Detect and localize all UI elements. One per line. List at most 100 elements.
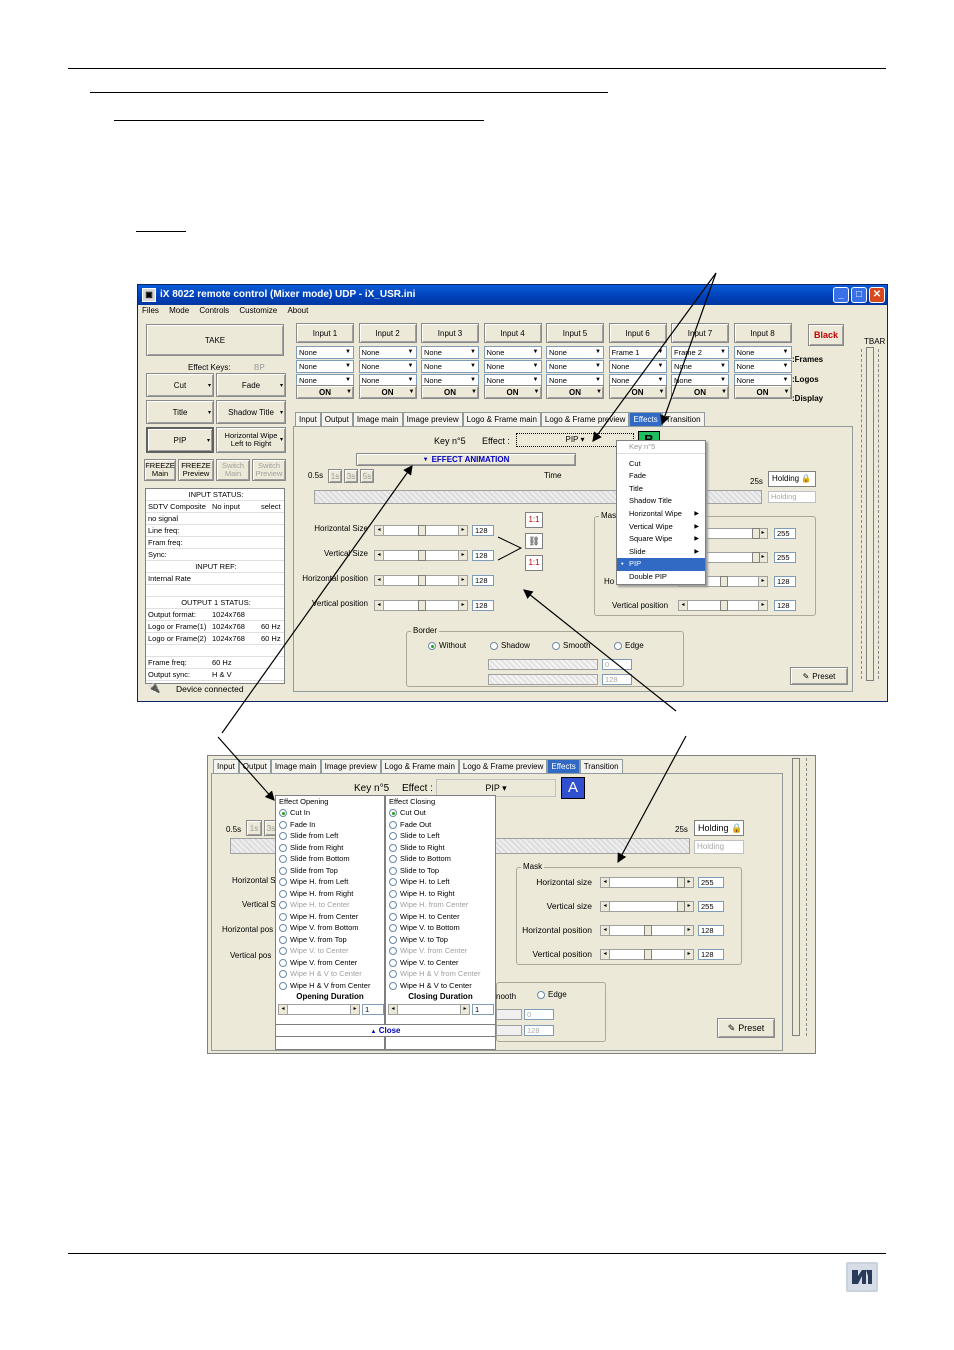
effect-menu-item[interactable]: Double PIP [617,571,705,584]
input-button-2[interactable]: Input 2 [358,323,417,343]
radio-icon[interactable] [279,809,287,818]
link-icon[interactable]: ⛓ [525,533,543,549]
effect-option[interactable]: Slide from Bottom [276,853,384,865]
black-button[interactable]: Black [808,324,844,346]
zoom-holding-box[interactable]: Holding 🔒 [694,820,744,836]
effect-option[interactable]: Slide from Top [276,865,384,877]
input-button-1[interactable]: Input 1 [296,323,354,343]
effect-menu-item[interactable]: Vertical Wipe ▶ [617,521,705,534]
freeze-preview-button[interactable]: FREEZE Preview [178,459,214,481]
radio-icon[interactable] [279,924,287,933]
dropdown-arrow-icon[interactable]: ▼ [593,361,603,372]
slider-thumb[interactable] [720,576,728,587]
zoom-mask-slider-value[interactable]: 128 [698,949,724,960]
input-on-button[interactable]: ON ▼ [733,385,792,399]
effect-option[interactable]: Wipe H. to Left [386,876,495,888]
effect-option[interactable]: Wipe H. from Center [386,899,495,911]
zoom-mask-slider-4[interactable]: ◂ ▸ [600,949,694,960]
pip-slider-value[interactable]: 128 [472,550,494,561]
effect-option[interactable]: Wipe H. to Center [276,899,384,911]
effect-option[interactable]: Fade Out [386,819,495,831]
effect-option[interactable]: Cut Out [386,807,495,819]
slider-thumb[interactable] [418,600,426,611]
effect-button-shadow-title[interactable]: Shadow Title ▾ [216,400,286,424]
slider-thumb[interactable] [677,877,686,888]
input-on-button[interactable]: ON ▼ [608,385,667,399]
zoom-mask-slider-1[interactable]: ◂ ▸ [600,877,694,888]
input-button-5[interactable]: Input 5 [546,323,604,343]
effect-option[interactable]: Wipe H & V to Center [386,980,495,992]
slider-thumb[interactable] [418,575,426,586]
duration-value[interactable]: 1 [472,1004,494,1015]
mask-slider-4[interactable]: ◂ ▸ [678,600,768,611]
dropdown-arrow-icon[interactable]: ▼ [534,389,540,395]
arrow-right-icon[interactable]: ▸ [758,577,767,586]
main-tab-image-preview[interactable]: Image preview [402,412,463,426]
dropdown-arrow-icon[interactable]: ▼ [656,347,666,358]
border-option-shadow[interactable]: Shadow [490,641,530,650]
arrow-right-icon[interactable]: ▸ [684,926,693,935]
arrow-left-icon[interactable]: ◂ [375,601,384,610]
effect-option[interactable]: Wipe V. from Center [276,957,384,969]
arrow-right-icon[interactable]: ▸ [458,601,467,610]
input-layer-select[interactable]: None ▼ [358,346,417,359]
effect-menu-item[interactable]: Title [617,483,705,496]
tbar-slider[interactable] [866,347,874,681]
duration-slider[interactable]: ◂ ▸ [278,1004,360,1015]
radio-icon[interactable] [389,970,397,979]
effect-menu-item[interactable]: Key n°5 [617,441,705,454]
input-layer-select[interactable]: None ▼ [608,360,667,373]
arrow-right-icon[interactable]: ▸ [460,1005,469,1014]
input-on-button[interactable]: ON ▼ [421,385,479,399]
holding-box[interactable]: Holding 🔒 [768,471,816,487]
zoom-mask-slider-2[interactable]: ◂ ▸ [600,901,694,912]
slider-thumb[interactable] [644,949,652,960]
pip-slider-2[interactable]: ◂ ▸ [374,550,468,561]
effect-animation-button[interactable]: ▼ EFFECT ANIMATION [356,453,576,466]
menu-about[interactable]: About [287,306,308,315]
input-button-3[interactable]: Input 3 [421,323,479,343]
slider-thumb[interactable] [751,552,760,563]
effect-menu-item[interactable]: Shadow Title [617,495,705,508]
slider-thumb[interactable] [644,925,652,936]
arrow-left-icon[interactable]: ◂ [375,576,384,585]
close-popup-button[interactable]: ▲ Close [275,1024,496,1037]
radio-icon[interactable] [389,947,397,956]
close-icon[interactable]: ✕ [869,287,885,303]
dropdown-arrow-icon[interactable]: ▼ [346,389,352,395]
arrow-left-icon[interactable]: ◂ [679,601,688,610]
zoom-mask-slider-value[interactable]: 128 [698,925,724,936]
border-slider-2[interactable] [488,674,598,685]
dropdown-arrow-icon[interactable]: ▼ [468,361,478,372]
dropdown-arrow-icon[interactable]: ▼ [596,389,602,395]
border-option-smooth[interactable]: Smooth [552,641,591,650]
zoom-preset-button[interactable]: ✎ Preset [717,1018,775,1038]
effect-button-fade[interactable]: Fade ▾ [216,373,286,397]
effect-option[interactable]: Slide to Left [386,830,495,842]
radio-icon[interactable] [389,866,397,875]
menu-files[interactable]: Files [142,306,159,315]
effect-option[interactable]: Wipe H & V from Center [276,980,384,992]
input-layer-select[interactable]: None ▼ [421,360,479,373]
radio-icon[interactable] [279,878,287,887]
main-tab-output[interactable]: Output [320,412,353,426]
zoom-border-value-2[interactable]: 128 [524,1025,554,1036]
dropdown-arrow-icon[interactable]: ▼ [531,347,541,358]
zoom-tab-logo-frame-main[interactable]: Logo & Frame main [380,759,459,773]
border-option-edge[interactable]: Edge [614,641,644,650]
effect-option[interactable]: Wipe H & V to Center [276,968,384,980]
effect-menu-item[interactable]: Fade [617,470,705,483]
input-layer-select[interactable]: None ▼ [546,360,604,373]
time-preset-1s[interactable]: 1s [328,469,342,483]
zoom-border-value-1[interactable]: 0 [524,1009,554,1020]
radio-icon[interactable] [389,935,397,944]
radio-icon[interactable] [389,878,397,887]
effect-option[interactable]: Wipe H. from Center [276,911,384,923]
effect-option[interactable]: Wipe H & V from Center [386,968,495,980]
arrow-left-icon[interactable]: ◂ [375,526,384,535]
zoom-border-edge[interactable]: Edge [537,990,567,999]
input-layer-select[interactable]: None ▼ [421,346,479,359]
pip-slider-3[interactable]: ◂ ▸ [374,575,468,586]
radio-icon[interactable] [389,855,397,864]
arrow-right-icon[interactable]: ▸ [458,576,467,585]
